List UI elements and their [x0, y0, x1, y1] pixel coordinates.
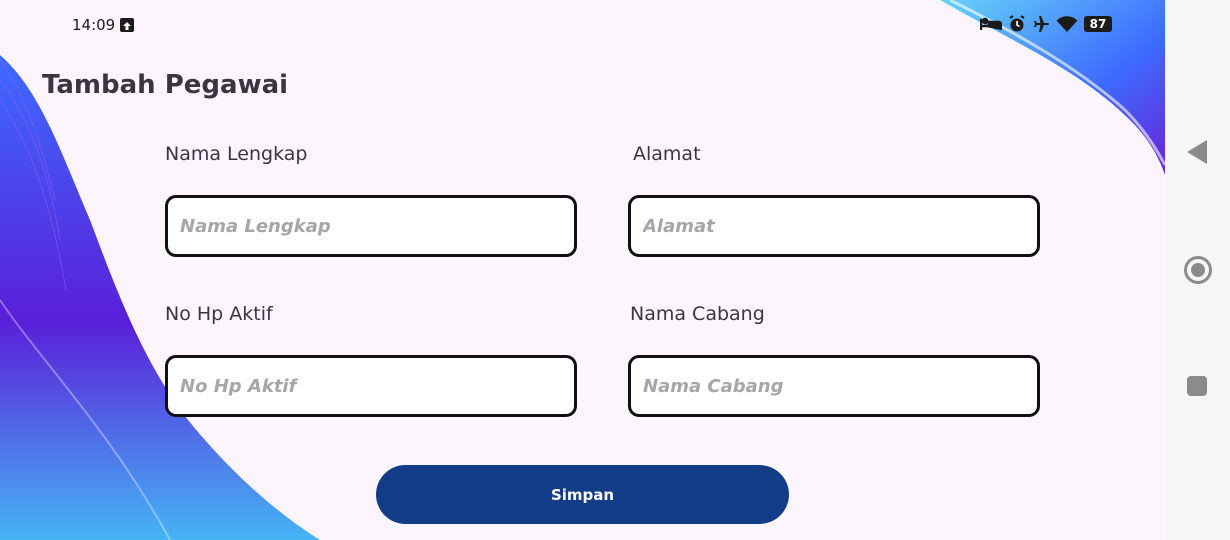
wifi-icon — [1056, 15, 1078, 32]
no-hp-aktif-input[interactable] — [165, 355, 577, 417]
bed-icon — [980, 17, 1002, 30]
nama-cabang-input[interactable] — [628, 355, 1040, 417]
nama-lengkap-input[interactable] — [165, 195, 577, 257]
airplane-icon — [1034, 16, 1049, 32]
label-alamat: Alamat — [633, 143, 701, 165]
back-icon[interactable] — [1187, 140, 1207, 164]
upload-icon — [120, 18, 134, 32]
home-icon[interactable] — [1183, 255, 1213, 285]
navigation-bar — [1165, 0, 1230, 540]
alamat-input[interactable] — [628, 195, 1040, 257]
label-nama-lengkap: Nama Lengkap — [165, 143, 308, 165]
alarm-icon — [1009, 15, 1025, 32]
label-nama-cabang: Nama Cabang — [630, 303, 765, 325]
page-title: Tambah Pegawai — [42, 70, 289, 100]
label-no-hp-aktif: No Hp Aktif — [165, 303, 273, 325]
recents-icon[interactable] — [1187, 376, 1207, 396]
battery-icon: 87 — [1084, 16, 1112, 32]
status-bar: 14:09 87 — [0, 0, 1165, 50]
status-time: 14:09 — [72, 16, 116, 34]
app-screen: 14:09 87 Tambah Pegawai Nama Lengkap Ala… — [0, 0, 1165, 540]
battery-level: 87 — [1089, 17, 1107, 31]
status-icons: 87 — [980, 15, 1112, 33]
save-button[interactable]: Simpan — [376, 465, 789, 524]
